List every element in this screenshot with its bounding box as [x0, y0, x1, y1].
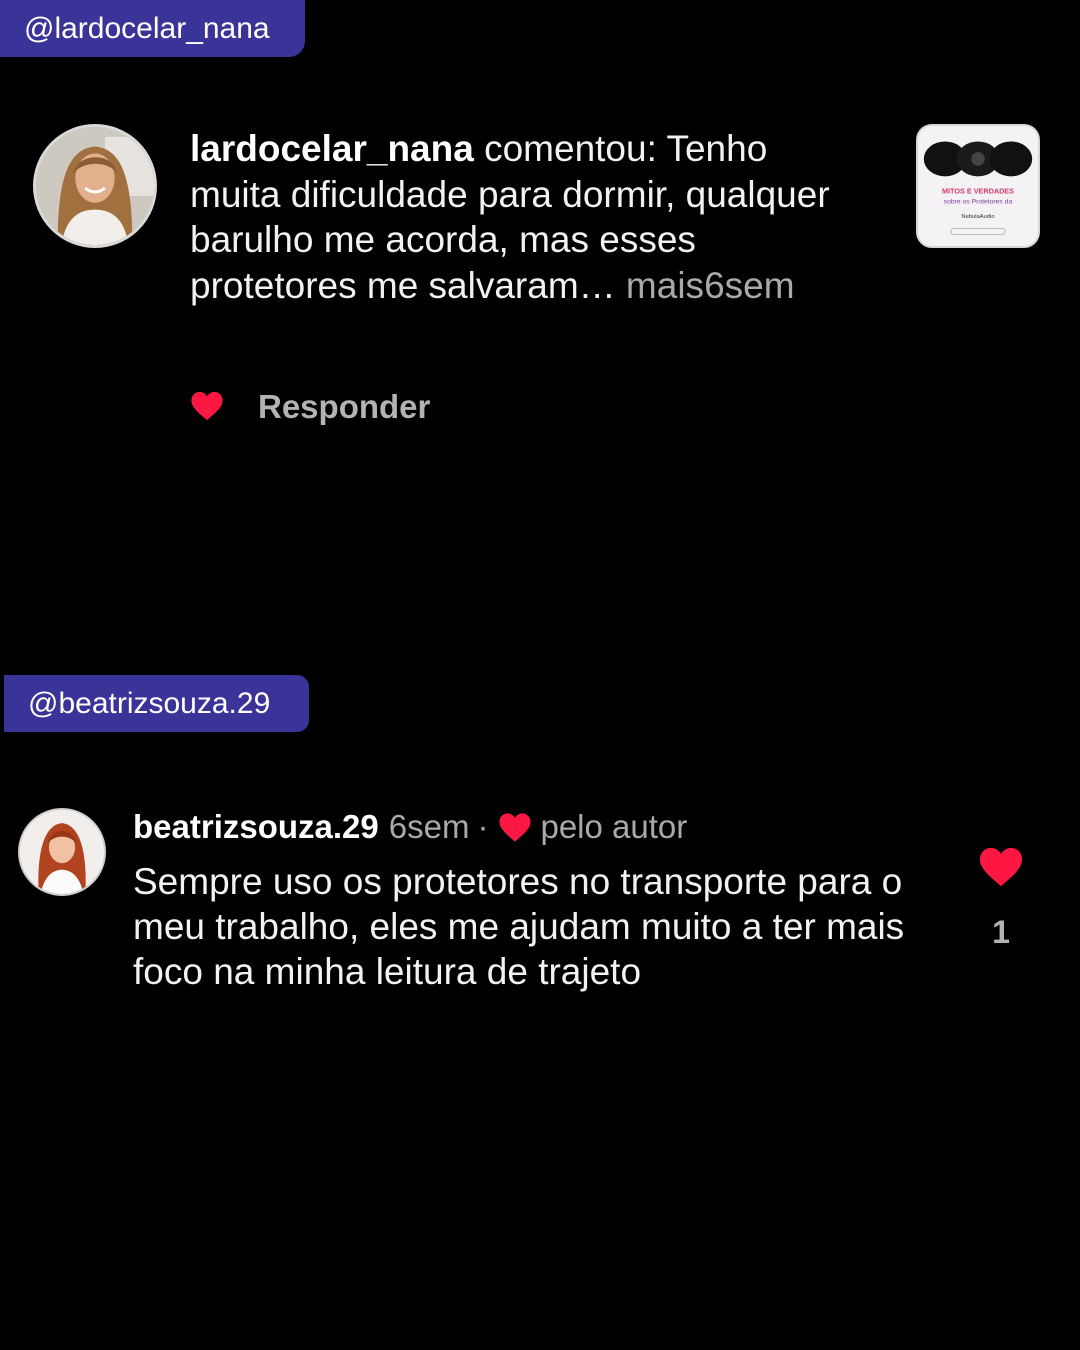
heart-filled-icon[interactable] [978, 846, 1024, 888]
handle-tag-text: @beatrizsouza.29 [28, 686, 271, 720]
more-link[interactable]: mais [616, 265, 704, 306]
separator-dot: · [477, 808, 489, 845]
comment-text: lardocelar_nana comentou: Tenho muita di… [190, 126, 840, 308]
profile-photo-icon [20, 810, 104, 894]
thumb-title-1: MITOS E VERDADES [942, 187, 1014, 196]
thumb-brand: NebulaAudio [961, 214, 994, 220]
thumb-title-2: sobre os Protetores da [944, 198, 1013, 205]
handle-tag-lardocelar: @lardocelar_nana [0, 0, 305, 57]
comment-username[interactable]: lardocelar_nana [190, 128, 474, 169]
post-thumbnail[interactable]: MITOS E VERDADES sobre os Protetores da … [916, 124, 1040, 248]
comment-username[interactable]: beatrizsouza.29 [133, 806, 379, 848]
comment-action: comentou: [473, 128, 667, 169]
comment-line1: Tenho [666, 128, 768, 169]
handle-tag-beatrizsouza: @beatrizsouza.29 [4, 675, 309, 732]
like-count: 1 [992, 914, 1010, 950]
heart-filled-icon[interactable] [190, 390, 224, 422]
handle-tag-text: @lardocelar_nana [24, 11, 270, 45]
heart-filled-icon [499, 812, 531, 842]
avatar[interactable] [18, 808, 106, 896]
reply-button[interactable]: Responder [258, 387, 430, 427]
profile-photo-icon [36, 127, 154, 245]
comment-text: Sempre uso os protetores no transporte p… [133, 861, 905, 992]
post-thumbnail-image-icon: MITOS E VERDADES sobre os Protetores da … [918, 126, 1038, 246]
comment-time: 6sem [388, 808, 470, 845]
comment-header: beatrizsouza.29 6sem · pelo autor [133, 806, 687, 848]
comment-time: 6sem [704, 264, 795, 306]
liked-by-author: pelo autor [540, 808, 688, 845]
avatar[interactable] [33, 124, 157, 248]
